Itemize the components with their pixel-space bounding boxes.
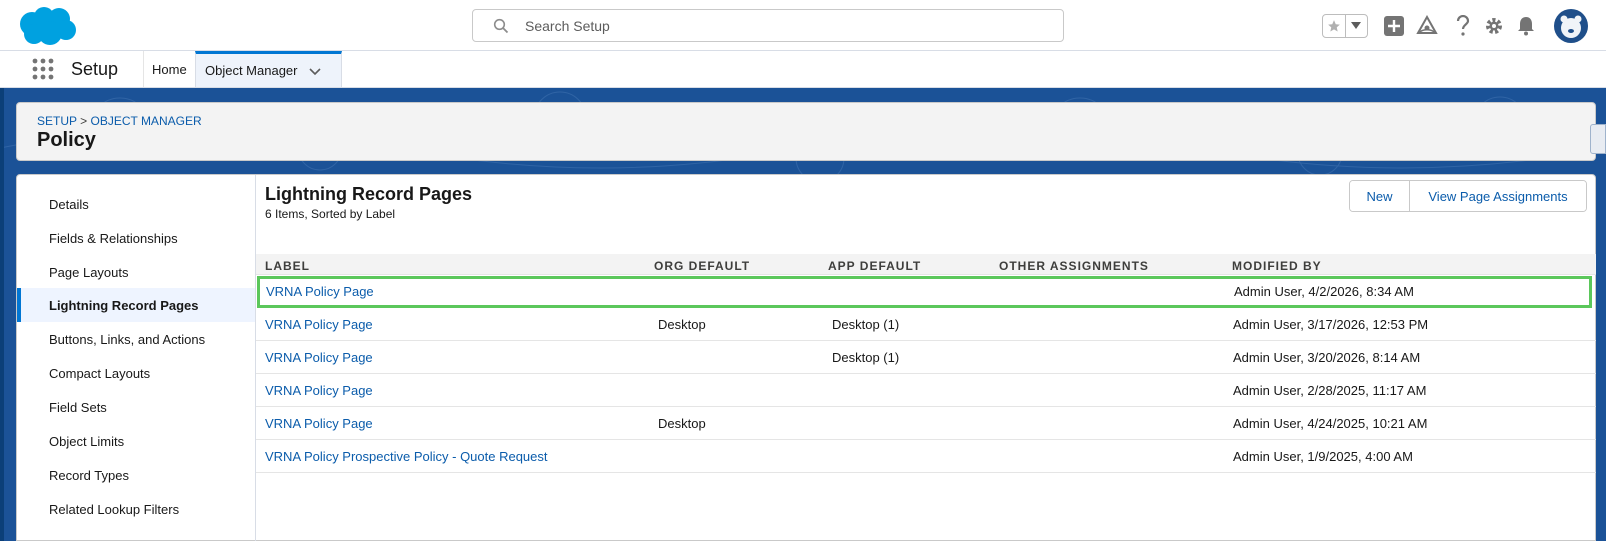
object-sidebar: Details Fields & Relationships Page Layo… [17,175,256,541]
new-button[interactable]: New [1350,181,1410,211]
breadcrumb-setup[interactable]: SETUP [37,114,77,128]
star-icon[interactable] [1323,15,1346,37]
table-header: LABEL ORG DEFAULT APP DEFAULT OTHER ASSI… [256,254,1596,275]
modified-by-cell: Admin User, 1/9/2025, 4:00 AM [1233,449,1413,464]
context-bar: Setup Home Object Manager [0,51,1606,88]
tab-object-manager-label: Object Manager [205,63,298,78]
org-default-cell: Desktop [658,317,706,332]
tab-home[interactable]: Home [143,51,195,87]
page-title: Policy [37,129,96,151]
sidebar-item-compact-layouts[interactable]: Compact Layouts [17,356,255,390]
sidebar-item-record-types[interactable]: Record Types [17,458,255,492]
column-header-app-default[interactable]: APP DEFAULT [828,259,921,273]
record-page-link[interactable]: VRNA Policy Prospective Policy - Quote R… [265,449,548,464]
global-header [0,0,1606,51]
sidebar-item-label: Related Lookup Filters [49,501,180,517]
table-row[interactable]: VRNA Policy Page Desktop Desktop (1) Adm… [256,309,1596,341]
chevron-down-icon[interactable] [308,64,322,78]
main-card: Details Fields & Relationships Page Layo… [16,174,1596,541]
record-page-link[interactable]: VRNA Policy Page [265,317,373,332]
sidebar-item-label: Page Layouts [49,264,129,280]
favorites-group [1322,14,1368,38]
sidebar-item-label: Field Sets [49,399,107,415]
sidebar-item-label: Compact Layouts [49,365,151,381]
avatar[interactable] [1554,9,1588,43]
record-page-link[interactable]: VRNA Policy Page [265,350,373,365]
side-panel-handle[interactable] [1590,124,1606,154]
search-input[interactable] [525,16,1045,36]
plus-icon[interactable] [1382,14,1406,38]
breadcrumb-separator: > [76,114,91,128]
modified-by-cell: Admin User, 4/2/2026, 8:34 AM [1234,284,1414,299]
search-icon [493,18,509,34]
sidebar-item-label: Object Limits [49,433,125,449]
table-row[interactable]: VRNA Policy Page Desktop Admin User, 4/2… [256,408,1596,440]
sidebar-item-field-sets[interactable]: Field Sets [17,390,255,424]
chevron-down-icon[interactable] [1346,15,1368,37]
column-header-org-default[interactable]: ORG DEFAULT [654,259,750,273]
section-subtitle: 6 Items, Sorted by Label [265,207,396,221]
sidebar-item-buttons-links-actions[interactable]: Buttons, Links, and Actions [17,322,255,356]
sidebar-item-label: Record Types [49,467,129,483]
app-default-cell: Desktop (1) [832,317,900,332]
sidebar-item-label: Details [49,196,89,212]
lightning-record-pages-panel: Lightning Record Pages 6 Items, Sorted b… [256,175,1596,541]
table-row[interactable]: VRNA Policy Page Admin User, 2/28/2025, … [256,375,1596,407]
object-page-header: SETUP > OBJECT MANAGER Policy [16,102,1596,161]
sidebar-item-page-layouts[interactable]: Page Layouts [17,255,255,289]
modified-by-cell: Admin User, 4/24/2025, 10:21 AM [1233,416,1428,431]
record-page-link[interactable]: VRNA Policy Page [265,416,373,431]
sidebar-item-details[interactable]: Details [17,187,255,221]
table-row[interactable]: VRNA Policy Page Desktop (1) Admin User,… [256,342,1596,374]
gear-icon[interactable] [1482,14,1506,38]
breadcrumb: SETUP > OBJECT MANAGER [37,114,202,128]
column-header-label[interactable]: LABEL [265,259,310,273]
search-box[interactable] [472,9,1064,42]
sidebar-item-fields-relationships[interactable]: Fields & Relationships [17,221,255,255]
section-title: Lightning Record Pages [265,184,473,204]
app-default-cell: Desktop (1) [832,350,900,365]
table-row[interactable]: VRNA Policy Page Admin User, 4/2/2026, 8… [257,276,1592,308]
action-button-group: New View Page Assignments [1349,180,1587,212]
modified-by-cell: Admin User, 2/28/2025, 11:17 AM [1233,383,1427,398]
app-launcher-icon[interactable] [32,58,54,80]
org-default-cell: Desktop [658,416,706,431]
modified-by-cell: Admin User, 3/20/2026, 8:14 AM [1233,350,1421,365]
tab-object-manager[interactable]: Object Manager [195,51,342,87]
column-header-modified-by[interactable]: MODIFIED BY [1232,259,1322,273]
record-page-link[interactable]: VRNA Policy Page [265,383,373,398]
breadcrumb-object-manager[interactable]: OBJECT MANAGER [90,114,201,128]
salesforce-cloud-logo[interactable] [18,6,76,46]
app-name: Setup [71,59,119,79]
page-background-edge [0,88,4,541]
sidebar-item-label: Fields & Relationships [49,230,178,246]
sidebar-item-related-lookup-filters[interactable]: Related Lookup Filters [17,492,255,526]
tab-home-label: Home [152,61,187,77]
modified-by-cell: Admin User, 3/17/2026, 12:53 PM [1233,317,1429,332]
sidebar-item-label: Lightning Record Pages [49,297,199,313]
sidebar-item-label: Buttons, Links, and Actions [49,331,206,347]
sidebar-item-object-limits[interactable]: Object Limits [17,424,255,458]
view-page-assignments-button[interactable]: View Page Assignments [1410,181,1586,211]
sidebar-item-lightning-record-pages[interactable]: Lightning Record Pages [17,288,255,322]
column-header-other-assignments[interactable]: OTHER ASSIGNMENTS [999,259,1149,273]
help-icon[interactable] [1451,14,1475,38]
bell-icon[interactable] [1514,14,1538,38]
table-row[interactable]: VRNA Policy Prospective Policy - Quote R… [256,441,1596,473]
trailhead-icon[interactable] [1415,14,1439,38]
record-page-link[interactable]: VRNA Policy Page [266,284,374,299]
